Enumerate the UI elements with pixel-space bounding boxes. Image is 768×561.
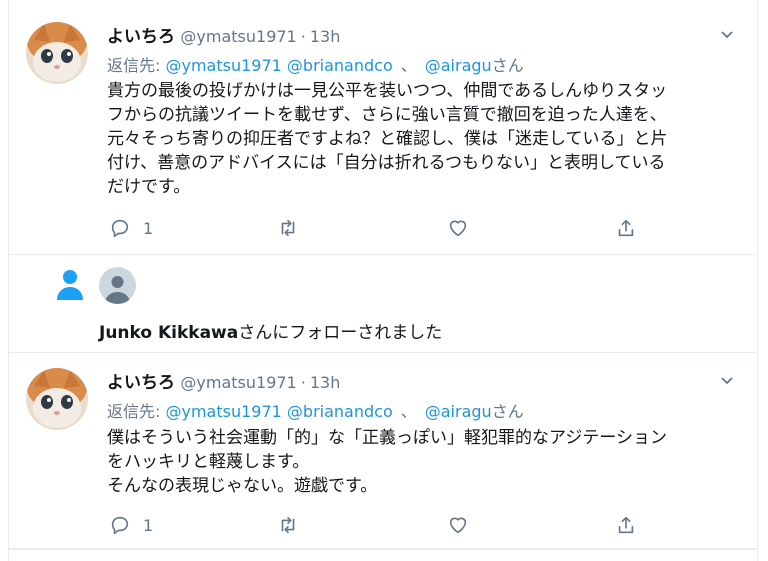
separator-dot: ·: [300, 27, 306, 46]
retweet-button[interactable]: [277, 216, 299, 240]
reply-suffix: さん: [491, 56, 524, 75]
mention-separator: 、: [400, 402, 417, 421]
reply-prefix: 返信先:: [107, 56, 161, 75]
divider: [8, 549, 756, 550]
follower-name[interactable]: Junko Kikkawa: [99, 323, 238, 343]
share-button[interactable]: [615, 513, 637, 537]
display-name[interactable]: よいちろ: [107, 373, 175, 393]
tweet-text: 貴方の最後の投げかけは一見公平を装いつつ、仲間であるしんゆりスタッ フからの抗議…: [107, 81, 668, 197]
share-icon: [618, 516, 634, 534]
retweet-button[interactable]: [277, 513, 299, 537]
mention-link[interactable]: @airagu: [425, 56, 492, 75]
like-icon: [449, 220, 467, 237]
reply-icon: [111, 219, 129, 238]
reply-suffix: さん: [491, 402, 524, 421]
user-handle[interactable]: @ymatsu1971: [180, 373, 296, 392]
separator-dot: ·: [300, 373, 306, 392]
reply-button[interactable]: 1: [109, 216, 153, 240]
mention-link[interactable]: @brianandco: [287, 56, 393, 75]
reply-prefix: 返信先:: [107, 402, 161, 421]
retweet-icon: [281, 219, 295, 237]
tweet-actions: 1: [107, 216, 647, 240]
display-name[interactable]: よいちろ: [107, 27, 175, 47]
tweet-header: よいちろ @ymatsu1971 · 13h: [107, 22, 340, 47]
user-handle[interactable]: @ymatsu1971: [180, 27, 296, 46]
person-icon: [57, 270, 83, 300]
notification-message: さんにフォローされました: [238, 323, 443, 343]
retweet-icon: [281, 516, 295, 534]
reply-count: 1: [143, 515, 154, 535]
mention-link[interactable]: @airagu: [425, 402, 492, 421]
like-button[interactable]: [447, 216, 469, 240]
chevron-down-icon[interactable]: [720, 28, 734, 42]
mention-link[interactable]: @ymatsu1971: [166, 402, 282, 421]
tweet-actions: 1: [107, 513, 647, 537]
share-button[interactable]: [615, 216, 637, 240]
avatar[interactable]: [26, 22, 88, 84]
mention-link[interactable]: @ymatsu1971: [166, 56, 282, 75]
notification-text: Junko Kikkawaさんにフォローされました: [99, 318, 442, 343]
timestamp[interactable]: 13h: [310, 373, 341, 392]
mention-link[interactable]: @brianandco: [287, 402, 393, 421]
reply-icon: [111, 516, 129, 535]
mention-separator: 、: [400, 56, 417, 75]
reply-button[interactable]: 1: [109, 513, 153, 537]
default-avatar-icon[interactable]: [99, 267, 136, 304]
reply-context: 返信先: @ymatsu1971 @brianandco 、 @airaguさん: [107, 52, 524, 76]
reply-context: 返信先: @ymatsu1971 @brianandco 、 @airaguさん: [107, 398, 524, 422]
tweet[interactable]: よいちろ @ymatsu1971 · 13h 返信先: @ymatsu1971 @b…: [8, 0, 756, 255]
like-icon: [449, 517, 467, 534]
chevron-down-icon[interactable]: [720, 374, 734, 388]
timestamp[interactable]: 13h: [310, 27, 341, 46]
share-icon: [618, 219, 634, 237]
reply-count: 1: [143, 218, 154, 238]
tweet-header: よいちろ @ymatsu1971 · 13h: [107, 368, 340, 393]
like-button[interactable]: [447, 513, 469, 537]
follow-notification[interactable]: Junko Kikkawaさんにフォローされました: [8, 254, 756, 353]
tweet-text: 僕はそういう社会運動「的」な「正義っぽい」軽犯罪的なアジテーション をハッキリと…: [107, 428, 667, 496]
tweet[interactable]: よいちろ @ymatsu1971 · 13h 返信先: @ymatsu1971 @b…: [8, 352, 756, 549]
avatar[interactable]: [26, 368, 88, 430]
